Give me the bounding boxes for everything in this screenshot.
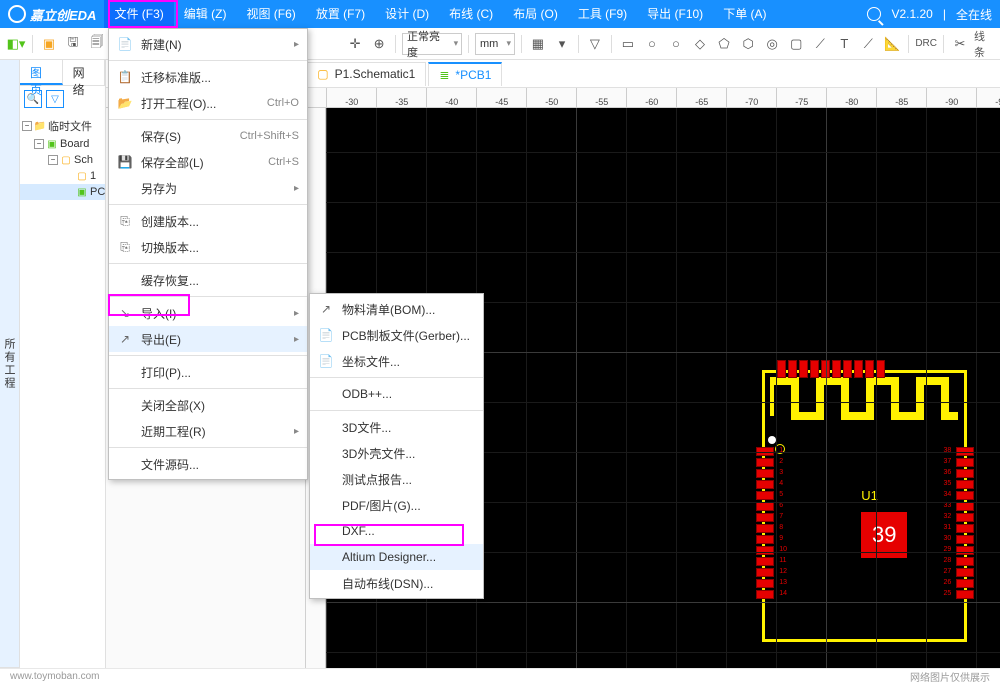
tree-pcb[interactable]: ▣PC [20,184,105,200]
sidebar-tab-nets[interactable]: 网络 [63,60,106,85]
menu-item[interactable]: 📄PCB制板文件(Gerber)... [310,322,483,348]
pads-bottom [777,360,885,378]
menu-item[interactable]: 💾保存全部(L)Ctrl+S [109,149,307,175]
brightness-select[interactable]: 正常亮度 [402,33,462,55]
sidebar-tab-sheets[interactable]: 图页 [20,60,63,85]
menu-item[interactable]: 📋迁移标准版... [109,64,307,90]
tool-project[interactable]: ◧▾ [6,33,26,55]
tree-sch[interactable]: −▢Sch [20,152,105,168]
tree-sheet[interactable]: ▢1 [20,168,105,184]
menu-item[interactable]: DXF... [310,518,483,544]
status-sep: | [943,7,946,21]
pads-right: 3837363534333231302928272625 [956,447,974,601]
menu-item[interactable]: ↘导入(I)▸ [109,300,307,326]
shape2-icon[interactable]: ○ [666,33,686,55]
menu-item[interactable]: 另存为▸ [109,175,307,201]
zoom-icon[interactable]: ⊕ [369,33,389,55]
menu-item[interactable]: 保存(S)Ctrl+Shift+S [109,123,307,149]
menu-item[interactable]: 近期工程(R)▸ [109,418,307,444]
menu-item[interactable]: 测试点报告... [310,466,483,492]
version-text: V2.1.20 [891,7,932,21]
tab-pcb[interactable]: ≣*PCB1 [428,62,502,86]
menu-item[interactable]: 文件源码... [109,451,307,477]
menu-item[interactable]: 编辑 (Z) [174,0,237,28]
tab-schematic[interactable]: ▢P1.Schematic1 [306,62,426,86]
menu-item[interactable]: 工具 (F9) [568,0,637,28]
menu-item[interactable]: PDF/图片(G)... [310,492,483,518]
menu-item[interactable]: ↗导出(E)▸ [109,326,307,352]
shape5-icon[interactable]: ⬡ [738,33,758,55]
tree-root[interactable]: −📁临时文件 [20,116,105,136]
filter-icon[interactable]: ▽ [585,33,605,55]
sidebar-filter-icon[interactable]: ▽ [46,90,64,108]
text-icon[interactable]: T [834,33,854,55]
sidebar-search-icon[interactable]: 🔍 [24,90,42,108]
measure-icon[interactable]: 📐 [882,33,902,55]
shape3-icon[interactable]: ◇ [690,33,710,55]
line-icon[interactable]: ⟋ [810,33,830,55]
menu-item[interactable]: 导出 (F10) [637,0,713,28]
menu-item[interactable]: 关闭全部(X) [109,392,307,418]
menu-item[interactable]: 下单 (A) [713,0,776,28]
app-logo: 嘉立创EDA [8,5,96,24]
menu-item[interactable]: 布局 (O) [503,0,568,28]
shape4-icon[interactable]: ⬠ [714,33,734,55]
logo-text: 嘉立创EDA [30,5,96,24]
menu-item[interactable]: ↗物料清单(BOM)... [310,296,483,322]
save-icon[interactable]: 🖫 [63,33,83,55]
unit-select[interactable]: mm [475,33,515,55]
select-icon[interactable]: ▭ [618,33,638,55]
menu-item[interactable]: 文件 (F3) [104,0,173,28]
footer-right: 网络图片仅供展示 [910,669,990,684]
logo-icon [8,5,26,23]
menu-item[interactable]: 打印(P)... [109,359,307,385]
tree-board[interactable]: −▣Board [20,136,105,152]
settings-icon[interactable]: ▾ [552,33,572,55]
pad-icon[interactable]: ▢ [786,33,806,55]
shape1-icon[interactable]: ○ [642,33,662,55]
menu-item[interactable]: Altium Designer... [310,544,483,570]
menu-item[interactable]: 📂打开工程(O)...Ctrl+O [109,90,307,116]
folder-icon[interactable]: ▣ [39,33,59,55]
project-tree: −📁临时文件 −▣Board −▢Sch ▢1 ▣PC [20,112,105,204]
antenna-trace [770,376,958,421]
left-tab[interactable]: 所有工程 [0,60,19,668]
search-icon[interactable] [867,7,881,21]
dim-icon[interactable]: ⟋ [858,33,878,55]
menu-item[interactable]: 3D文件... [310,414,483,440]
menu-item[interactable]: 缓存恢复... [109,267,307,293]
save-all-icon[interactable]: 🗐 [87,33,107,55]
export-submenu: ↗物料清单(BOM)...📄PCB制板文件(Gerber)...📄坐标文件...… [309,293,484,599]
menu-item[interactable]: 3D外壳文件... [310,440,483,466]
via-icon[interactable]: ◎ [762,33,782,55]
sidebar: 图页 网络 🔍 ▽ −📁临时文件 −▣Board −▢Sch ▢1 ▣PC [20,60,106,668]
menu-item[interactable]: 放置 (F7) [306,0,375,28]
menu-item[interactable]: 设计 (D) [375,0,439,28]
drc-button[interactable]: DRC [915,33,937,55]
line-tool[interactable]: 线条 [974,33,994,55]
cross-icon[interactable]: ✛ [345,33,365,55]
menu-item[interactable]: 📄新建(N)▸ [109,31,307,57]
online-status: 全在线 [956,6,992,23]
menu-item[interactable]: 视图 (F6) [236,0,305,28]
menu-item[interactable]: 布线 (C) [439,0,503,28]
main-menu: 文件 (F3)编辑 (Z)视图 (F6)放置 (F7)设计 (D)布线 (C)布… [104,0,776,28]
grid-icon[interactable]: ▦ [528,33,548,55]
pads-left: 1234567891011121314 [756,447,774,601]
cut-icon[interactable]: ✂ [950,33,970,55]
menu-item[interactable]: ODB++... [310,381,483,407]
menu-item[interactable]: ⎘切换版本... [109,234,307,260]
file-menu-dropdown: 📄新建(N)▸ 📋迁移标准版...📂打开工程(O)...Ctrl+O 保存(S)Ct… [108,28,308,480]
footer-left: www.toymoban.com [10,671,910,682]
left-vertical-tabs: 所有工程工程设计常用库器件标准化 [0,60,20,668]
menu-item[interactable]: 📄坐标文件... [310,348,483,374]
menu-item[interactable]: 自动布线(DSN)... [310,570,483,596]
menu-item[interactable]: ⎘创建版本... [109,208,307,234]
